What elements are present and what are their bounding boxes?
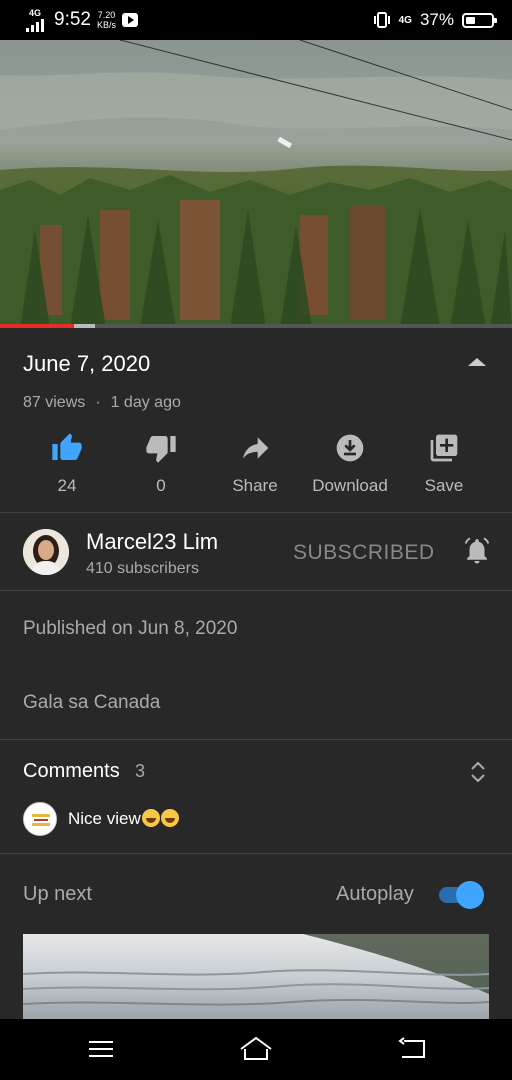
divider — [0, 853, 512, 854]
status-bar: 4G 9:52 7.20 KB/s 4G 37% — [0, 0, 512, 40]
meta-separator: · — [95, 394, 101, 411]
video-frame — [0, 40, 512, 328]
signal-icon — [26, 18, 44, 32]
battery-percent: 37% — [419, 10, 454, 29]
video-progress-bar[interactable] — [0, 324, 512, 328]
download-icon — [336, 434, 364, 462]
upload-age: 1 day ago — [110, 394, 181, 411]
home-icon[interactable] — [239, 1035, 273, 1063]
menu-icon[interactable] — [88, 1037, 114, 1061]
divider — [0, 512, 512, 513]
video-description: Gala sa Canada — [23, 692, 161, 713]
expand-comments-icon[interactable] — [469, 760, 487, 784]
save-button[interactable]: Save — [399, 432, 489, 496]
divider — [0, 739, 512, 740]
commenter-avatar[interactable] — [23, 802, 57, 836]
back-icon[interactable] — [398, 1037, 426, 1061]
action-bar: 24 0 Share Download Save — [0, 432, 512, 502]
subscriber-count: 410 subscribers — [86, 560, 199, 577]
published-date: Published on Jun 8, 2020 — [23, 618, 238, 639]
battery-icon — [462, 12, 497, 28]
share-label: Share — [232, 476, 278, 495]
playlist-add-icon — [430, 434, 458, 462]
channel-avatar[interactable] — [23, 529, 69, 575]
autoplay-label: Autoplay — [336, 883, 414, 905]
divider — [0, 590, 512, 591]
view-count: 87 views — [23, 394, 86, 411]
commenter-logo — [24, 803, 56, 835]
network-indicator: 4G — [26, 7, 44, 32]
save-label: Save — [424, 476, 464, 495]
channel-name[interactable]: Marcel23 Lim — [86, 529, 218, 555]
youtube-notification-icon — [122, 13, 138, 27]
video-title: June 7, 2020 — [23, 351, 151, 376]
like-button[interactable]: 24 — [22, 432, 112, 496]
subscribed-button[interactable]: SUBSCRIBED — [293, 541, 435, 565]
download-label: Download — [312, 476, 388, 495]
thumbnail-image — [23, 934, 489, 1020]
comments-count: 3 — [135, 761, 146, 781]
toggle-knob — [456, 881, 484, 909]
up-next-label: Up next — [23, 883, 92, 905]
network-type: 4G — [28, 7, 41, 18]
share-icon — [243, 437, 269, 459]
video-player[interactable] — [0, 40, 512, 328]
like-count: 24 — [57, 476, 77, 495]
video-meta: 87 views · 1 day ago — [23, 394, 181, 412]
vibrate-icon — [373, 12, 390, 28]
share-button[interactable]: Share — [210, 432, 300, 496]
played-progress — [0, 324, 75, 328]
system-navigation-bar — [0, 1019, 512, 1080]
dislike-count: 0 — [156, 476, 166, 495]
network-type-right: 4G — [398, 14, 412, 26]
thumbs-down-icon — [146, 436, 176, 463]
clock: 9:52 — [54, 9, 91, 30]
next-video-thumbnail[interactable] — [23, 934, 489, 1020]
autoplay-toggle[interactable] — [439, 881, 484, 909]
collapse-description-icon[interactable] — [468, 358, 486, 366]
download-button[interactable]: Download — [305, 432, 395, 496]
network-speed: 7.20 KB/s — [96, 10, 116, 30]
laughing-emoji-icon — [141, 809, 160, 827]
avatar-photo — [23, 529, 69, 575]
thumbs-up-icon — [52, 433, 82, 460]
top-comment: Nice view — [68, 809, 179, 829]
comment-text: Nice view — [68, 809, 141, 828]
laughing-emoji-icon — [160, 809, 179, 827]
notification-bell-icon[interactable] — [462, 536, 492, 566]
dislike-button[interactable]: 0 — [116, 432, 206, 496]
comments-label[interactable]: Comments — [23, 760, 120, 783]
